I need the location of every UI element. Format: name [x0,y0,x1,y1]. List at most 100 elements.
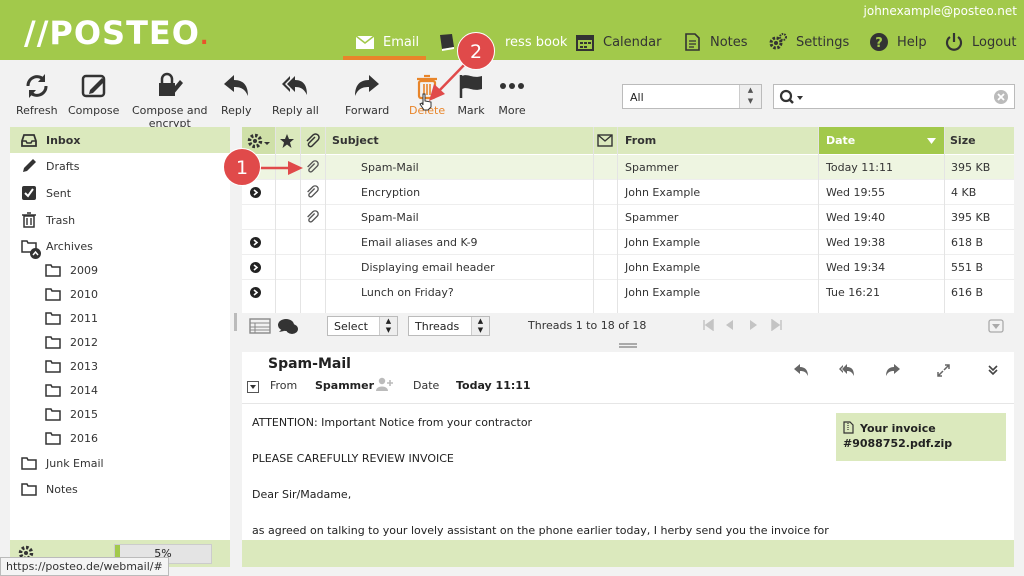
folder-icon [45,264,61,277]
pencil-icon [23,159,36,172]
folder-2016[interactable]: 2016 [10,426,230,450]
column-subject[interactable]: Subject [332,127,379,154]
from-label: From [270,379,298,392]
folder-icon [45,408,61,421]
folder-notes[interactable]: Notes [10,476,230,502]
folder-2009[interactable]: 2009 [10,258,230,282]
star-icon[interactable] [279,133,295,149]
collapse-header-icon[interactable] [247,381,259,393]
reply-button[interactable]: Reply [221,72,251,117]
table-row[interactable]: Email aliases and K-9 John Example Wed 1… [242,230,1014,255]
folder-2011[interactable]: 2011 [10,306,230,330]
sidebar-resize-handle[interactable] [234,313,237,331]
folder-inbox[interactable]: Inbox [10,127,230,153]
table-row[interactable]: Displaying email header John Example Wed… [242,255,1014,280]
column-divider [593,127,594,313]
pane-resize-handle[interactable] [619,343,637,348]
callout-badge-2: 2 [457,32,495,70]
user-email: johnexample@posteo.net [863,4,1017,18]
compose-button[interactable]: Compose [68,72,119,117]
reply-all-icon[interactable] [839,363,855,377]
folder-2013[interactable]: 2013 [10,354,230,378]
nav-help[interactable]: ? Help [869,30,927,54]
reply-all-button[interactable]: Reply all [272,72,319,117]
nav-logout[interactable]: Logout [944,30,1017,54]
column-divider [275,127,276,313]
filter-select[interactable]: All ▲ ▼ [622,84,762,109]
preview-header: Spam-Mail From Spammer Date Today 11:11 [242,352,1014,404]
attachment[interactable]: Your invoice #9088752.pdf.zip [836,413,1006,461]
column-from[interactable]: From [625,127,656,154]
note-icon [685,33,700,51]
select-dropdown[interactable]: Select ▲ ▼ [327,316,398,336]
nav-email[interactable]: Email [355,30,419,54]
nav-settings[interactable]: Settings [768,30,849,54]
svg-text:?: ? [875,36,883,51]
row-size: 618 B [951,236,984,249]
row-date: Wed 19:38 [826,236,886,249]
nav-notes[interactable]: Notes [682,30,748,54]
more-button[interactable]: More [498,72,526,117]
paperclip-icon[interactable] [304,133,320,149]
thread-expand-icon[interactable] [250,237,261,248]
folder-icon [45,384,61,397]
folder-icon [21,457,37,470]
envelope-icon[interactable] [597,134,613,148]
column-size[interactable]: Size [950,127,976,154]
table-row[interactable]: Lunch on Friday? John Example Tue 16:21 … [242,280,1014,305]
folder-2010[interactable]: 2010 [10,282,230,306]
threads-dropdown[interactable]: Threads ▲ ▼ [408,316,490,336]
thread-expand-icon[interactable] [250,287,261,298]
list-view-icon[interactable] [249,318,271,334]
sender-name[interactable]: Spammer [315,379,374,392]
table-row[interactable]: Spam-Mail Spammer Wed 19:40 395 KB [242,205,1014,230]
search-icon [779,89,803,104]
folder-2014[interactable]: 2014 [10,378,230,402]
folder-2012[interactable]: 2012 [10,330,230,354]
lock-compose-icon [158,72,183,96]
forward-button[interactable]: Forward [345,72,389,117]
table-row[interactable]: Spam-Mail Spammer Today 11:11 395 KB [242,155,1014,180]
column-date[interactable]: Date [818,127,944,154]
clear-search-icon[interactable] [994,90,1008,104]
chevron-double-down-icon[interactable] [987,364,999,376]
folder-drafts[interactable]: Drafts [10,153,230,179]
refresh-button[interactable]: Refresh [16,72,58,117]
expand-icon[interactable] [937,364,950,377]
body-line: Dear Sir/Madame, [252,488,352,501]
reply-icon[interactable] [793,363,809,377]
folder-2015[interactable]: 2015 [10,402,230,426]
row-date: Wed 19:40 [826,211,886,224]
folder-sidebar: Inbox Drafts Sent Trash Archives 2009 20… [10,127,230,540]
row-from: Spammer [625,211,679,224]
collapse-panel-icon[interactable] [988,319,1004,333]
row-from: John Example [625,236,701,249]
row-subject: Spam-Mail [361,161,419,174]
row-size: 616 B [951,286,984,299]
table-row[interactable]: Encryption John Example Wed 19:55 4 KB [242,180,1014,205]
row-date: Wed 19:34 [826,261,886,274]
row-size: 551 B [951,261,984,274]
compose-encrypt-button[interactable]: Compose and encrypt [132,72,208,130]
preview-subject: Spam-Mail [268,356,351,372]
more-icon [500,83,524,89]
add-contact-icon[interactable] [376,377,394,391]
thread-expand-icon[interactable] [250,262,261,273]
reply-all-icon [282,76,308,95]
posteo-logo[interactable]: //POSTEO. [24,14,209,52]
folder-sent[interactable]: Sent [10,180,230,206]
pagination-icons[interactable] [703,319,783,331]
forward-icon[interactable] [885,363,901,377]
thread-expand-icon[interactable] [250,187,261,198]
folder-icon [45,432,61,445]
folder-archives[interactable]: Archives [10,233,230,259]
folder-trash[interactable]: Trash [10,207,230,233]
calendar-icon [576,35,594,51]
threads-icon[interactable] [277,318,299,335]
message-list: Subject From Date Size Spam-Mail Spammer… [242,127,1014,313]
nav-calendar[interactable]: Calendar [575,30,661,54]
column-divider [944,127,945,313]
search-input[interactable] [773,84,1015,109]
folder-junk-email[interactable]: Junk Email [10,450,230,476]
column-divider [617,127,618,313]
